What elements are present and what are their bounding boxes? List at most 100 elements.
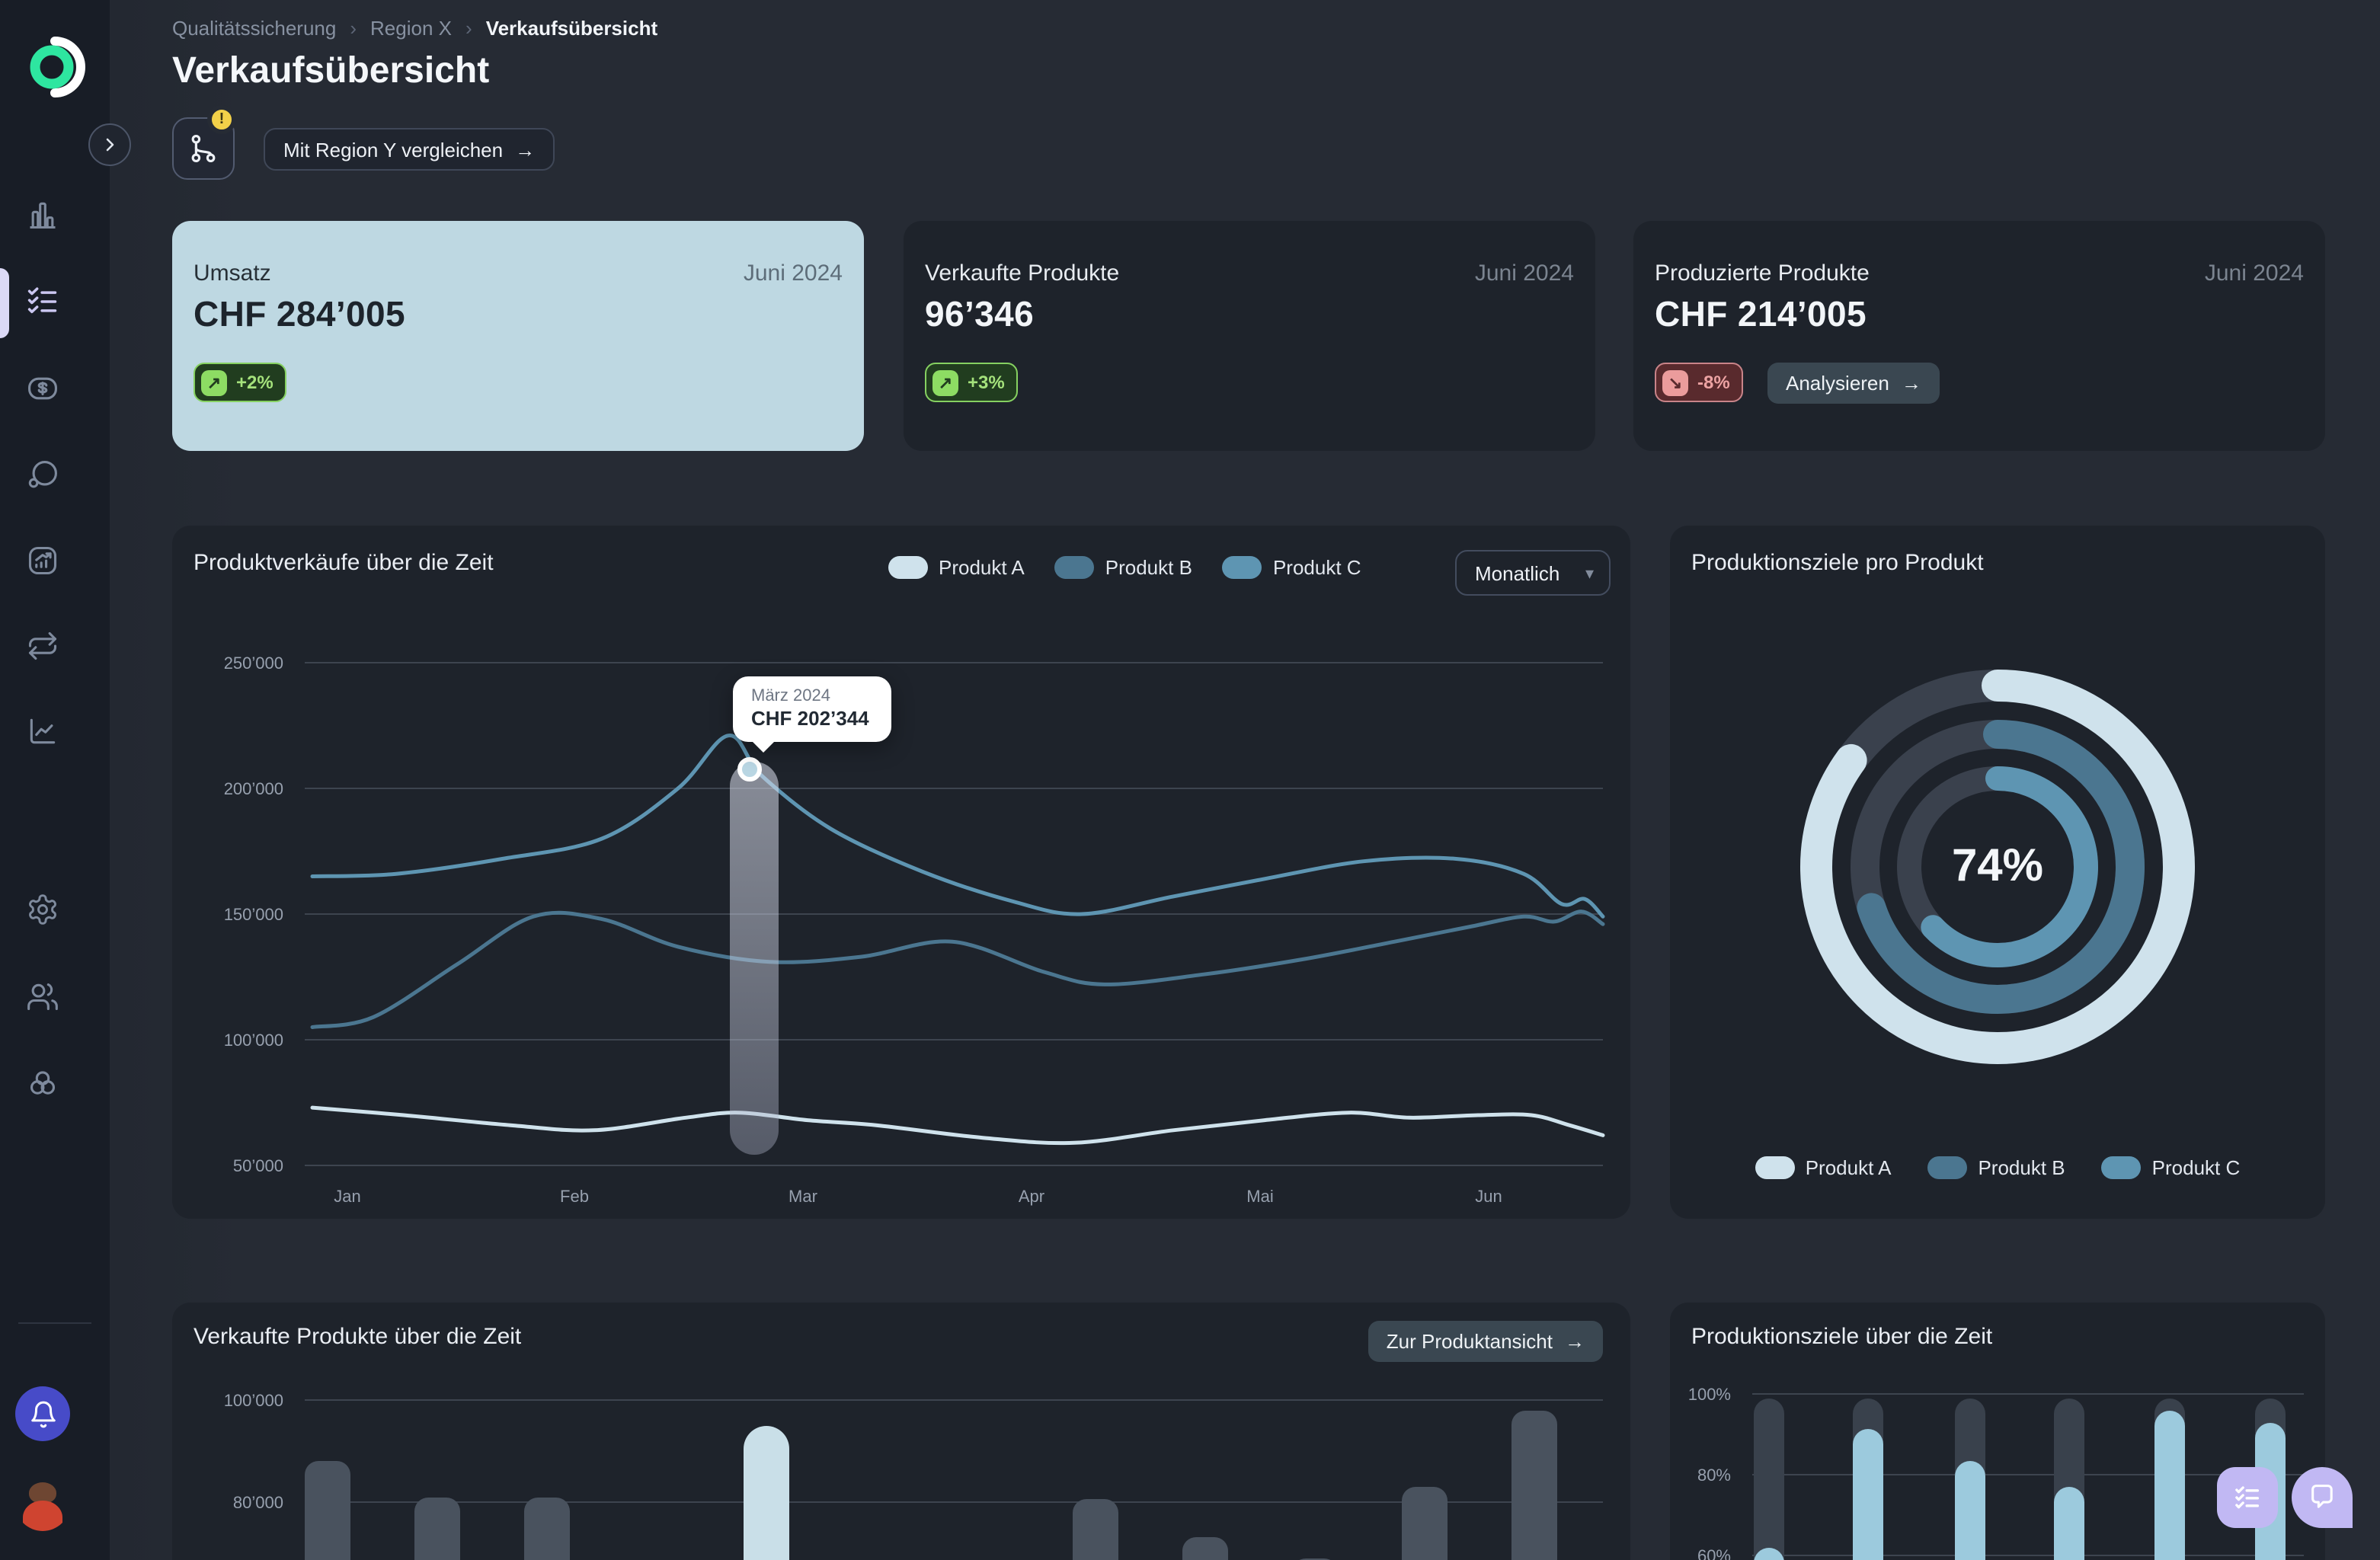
- line-series-produkt-b[interactable]: [312, 912, 1603, 1028]
- kpi-delta-badge: ↗ +3%: [925, 363, 1019, 402]
- arrow-right-icon: →: [515, 138, 535, 161]
- nav-groups-icon[interactable]: [26, 1066, 59, 1100]
- line-series-produkt-c[interactable]: [312, 736, 1603, 917]
- range-select-dropdown[interactable]: Monatlich ▾: [1455, 550, 1611, 596]
- kpi-card-umsatz[interactable]: Umsatz Juni 2024 CHF 284’005 ↗ +2%: [172, 221, 864, 451]
- legend-swatch: [2102, 1156, 2142, 1179]
- x-tick-label: Jan: [334, 1187, 360, 1206]
- x-tick-label: Jun: [1475, 1187, 1502, 1206]
- breadcrumb-item[interactable]: Region X: [370, 17, 452, 40]
- bar-highlighted[interactable]: [744, 1426, 789, 1560]
- breadcrumb: Qualitätssicherung › Region X › Verkaufs…: [172, 17, 657, 40]
- product-view-button[interactable]: Zur Produktansicht →: [1368, 1321, 1603, 1362]
- legend-item-produkt-b[interactable]: Produkt B: [1927, 1156, 2065, 1179]
- kpi-title: Umsatz: [194, 261, 271, 286]
- y-tick-label: 150’000: [224, 905, 283, 924]
- bar[interactable]: [414, 1497, 460, 1560]
- legend-item-produkt-c[interactable]: Produkt C: [2102, 1156, 2241, 1179]
- goal-fill[interactable]: [2154, 1410, 2185, 1560]
- sidebar-collapse-button[interactable]: [88, 123, 131, 166]
- nav-chat-icon[interactable]: [26, 459, 59, 492]
- chevron-right-icon: [101, 136, 119, 154]
- nav-line-chart-icon[interactable]: [26, 714, 59, 748]
- nav-sync-icon[interactable]: [26, 629, 59, 663]
- breadcrumb-separator-icon: ›: [465, 17, 472, 40]
- kpi-delta-badge: ↘ -8%: [1655, 363, 1744, 402]
- app-logo[interactable]: [21, 30, 94, 104]
- kpi-period: Juni 2024: [1475, 261, 1574, 286]
- breadcrumb-item[interactable]: Qualitätssicherung: [172, 17, 336, 40]
- compare-region-button[interactable]: Mit Region Y vergleichen →: [264, 128, 555, 171]
- goal-fill[interactable]: [2054, 1487, 2084, 1560]
- warning-badge: !: [207, 105, 236, 134]
- goal-fill[interactable]: [1955, 1460, 1985, 1560]
- x-tick-label: Feb: [560, 1187, 589, 1206]
- kpi-card-verkaufte-produkte[interactable]: Verkaufte Produkte Juni 2024 96’346 ↗ +3…: [904, 221, 1595, 451]
- y-tick-label: 100’000: [224, 1391, 283, 1410]
- breadcrumb-current: Verkaufsübersicht: [486, 17, 657, 40]
- dashboard-stage: Qualitätssicherung › Region X › Verkaufs…: [0, 0, 2380, 1560]
- bell-icon: [28, 1399, 57, 1428]
- nav-bar-chart-icon[interactable]: [26, 198, 59, 232]
- trend-up-icon: ↗: [201, 369, 227, 395]
- arrow-right-icon: →: [1565, 1330, 1585, 1353]
- kpi-delta-badge: ↗ +2%: [194, 363, 287, 402]
- legend-item-produkt-a[interactable]: Produkt A: [888, 556, 1025, 579]
- line-chart-legend: Produkt A Produkt B Produkt C: [888, 556, 1361, 579]
- user-avatar[interactable]: [15, 1476, 70, 1531]
- bar[interactable]: [1073, 1500, 1118, 1560]
- panel-title: Produktionsziele pro Produkt: [1691, 550, 1984, 576]
- chevron-down-icon: ▾: [1585, 563, 1594, 583]
- analyze-label: Analysieren: [1786, 372, 1889, 395]
- nav-performance-icon[interactable]: [26, 544, 59, 577]
- product-sales-panel: Produktverkäufe über die Zeit Produkt A …: [172, 526, 1630, 1219]
- x-tick-label: Mai: [1246, 1187, 1273, 1206]
- kpi-value: CHF 284’005: [194, 294, 405, 335]
- nav-checklist-icon[interactable]: [26, 285, 59, 318]
- kpi-value: 96’346: [925, 294, 1034, 335]
- trend-up-icon: ↗: [932, 369, 958, 395]
- kpi-delta: +3%: [968, 372, 1005, 393]
- breadcrumb-separator-icon: ›: [350, 17, 357, 40]
- analyze-button[interactable]: Analysieren →: [1767, 363, 1940, 404]
- trend-down-icon: ↘: [1662, 369, 1688, 395]
- donut-center-value: 74%: [1784, 654, 2211, 1080]
- legend-swatch: [1755, 1156, 1795, 1179]
- legend-item-produkt-c[interactable]: Produkt C: [1223, 556, 1361, 579]
- legend-label: Produkt A: [1806, 1156, 1892, 1179]
- donut-legend: Produkt A Produkt B Produkt C: [1670, 1156, 2325, 1179]
- compare-region-label: Mit Region Y vergleichen: [283, 138, 503, 161]
- bar[interactable]: [1511, 1410, 1557, 1560]
- legend-item-produkt-b[interactable]: Produkt B: [1055, 556, 1192, 579]
- chart-tooltip: März 2024 CHF 202’344: [733, 676, 891, 742]
- bar[interactable]: [1182, 1538, 1228, 1560]
- legend-item-produkt-a[interactable]: Produkt A: [1755, 1156, 1892, 1179]
- goal-fill[interactable]: [1853, 1428, 1883, 1560]
- nav-users-icon[interactable]: [26, 980, 59, 1013]
- bar[interactable]: [305, 1461, 350, 1560]
- chart-highlight-point[interactable]: [737, 757, 762, 782]
- bar[interactable]: [1402, 1487, 1448, 1560]
- range-select-value: Monatlich: [1475, 561, 1559, 584]
- kpi-title: Produzierte Produkte: [1655, 261, 1870, 286]
- kpi-card-produzierte-produkte[interactable]: Produzierte Produkte Juni 2024 CHF 214’0…: [1633, 221, 2325, 451]
- nav-settings-icon[interactable]: [26, 893, 59, 926]
- y-tick-label: 100’000: [224, 1031, 283, 1050]
- tasks-fab-button[interactable]: [2217, 1467, 2278, 1528]
- line-series-produkt-a[interactable]: [312, 1108, 1603, 1143]
- production-goals-panel: Produktionsziele pro Produkt 74% Produkt…: [1670, 526, 2325, 1219]
- line-chart[interactable]: 250’000200’000150’000100’00050’000JanFeb…: [172, 526, 1630, 1219]
- kpi-value: CHF 214’005: [1655, 294, 1867, 335]
- legend-swatch: [1223, 556, 1262, 579]
- sidebar-divider: [18, 1322, 91, 1324]
- product-view-label: Zur Produktansicht: [1387, 1330, 1553, 1353]
- checklist-icon: [2232, 1482, 2263, 1513]
- legend-swatch: [1055, 556, 1095, 579]
- kpi-period: Juni 2024: [744, 261, 843, 286]
- bar[interactable]: [524, 1497, 570, 1560]
- chat-fab-button[interactable]: [2292, 1467, 2353, 1528]
- tooltip-value: CHF 202’344: [751, 707, 873, 730]
- notifications-button[interactable]: [15, 1386, 70, 1441]
- nav-revenue-icon[interactable]: [26, 372, 59, 405]
- panel-title: Produktverkäufe über die Zeit: [194, 550, 494, 576]
